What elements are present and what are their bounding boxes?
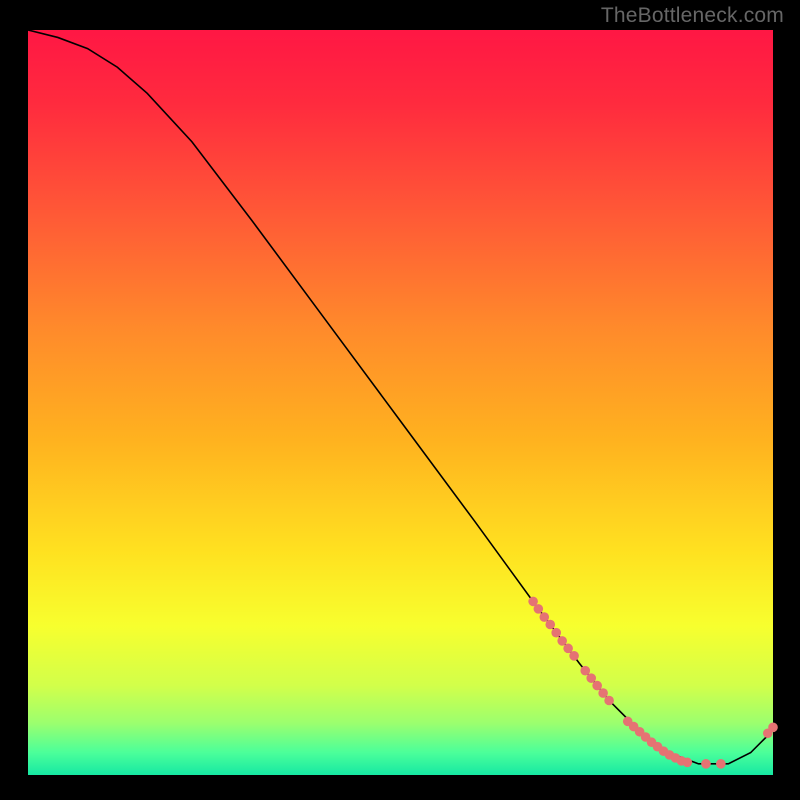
scatter-point	[545, 620, 555, 630]
scatter-point	[592, 681, 602, 691]
scatter-point	[557, 636, 567, 646]
scatter-point	[598, 688, 608, 698]
scatter-point	[569, 651, 579, 661]
chart-svg	[28, 30, 773, 775]
watermark-text: TheBottleneck.com	[601, 4, 784, 28]
scatter-point	[768, 723, 778, 733]
chart-container: TheBottleneck.com	[0, 0, 800, 800]
scatter-point	[580, 666, 590, 676]
scatter-point	[683, 758, 693, 768]
scatter-point	[539, 612, 549, 622]
scatter-point	[586, 673, 596, 683]
plot-area	[28, 30, 773, 775]
scatter-point	[701, 759, 711, 769]
scatter-point	[551, 628, 561, 638]
gradient-background	[28, 30, 773, 775]
scatter-point	[604, 696, 614, 706]
scatter-point	[563, 644, 573, 654]
scatter-point	[716, 759, 726, 769]
scatter-point	[534, 604, 544, 614]
